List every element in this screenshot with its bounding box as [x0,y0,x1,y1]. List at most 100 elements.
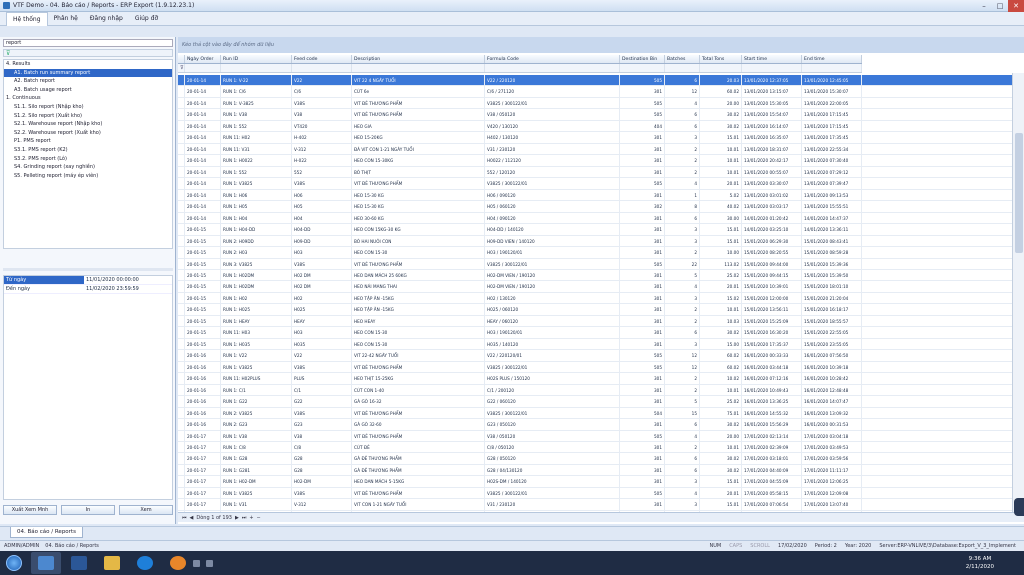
parameter-value[interactable]: 11/01/2020 00:00:00 [84,276,172,284]
taskbar-teamviewer[interactable] [130,552,160,574]
table-row[interactable]: 20-01-15 RUN 1: H035 H035 HEO CON 15-30 H035… [178,338,1012,351]
tree-report-item[interactable]: S5. Pelleting report (máy ép viên) [4,172,172,181]
table-row[interactable]: 20-01-14 RUN 1: H04 H04 HEO 30-60 KG H04 / 0… [178,212,1012,225]
table-row[interactable]: 20-01-14 RUN 11: V31 V-312 ĐÀ VIT CON 1-21 … [178,143,1012,156]
tree-report-item[interactable]: S3.1. PMS report (K2) [4,146,172,155]
column-header[interactable]: Feed code [292,55,352,63]
table-row[interactable]: 20-01-15 RUN 1: HEAY HEAY HEO HEAY HEAY / 06… [178,315,1012,328]
menu-phan-he[interactable]: Phân hệ [48,12,84,26]
tree-report-item[interactable]: A3. Batch usage report [4,86,172,95]
taskbar-powershell[interactable] [64,552,94,574]
filter-icon[interactable]: ⊽ [3,49,173,57]
tree-report-item[interactable]: S1.2. Silo report (Xuất kho) [4,112,172,121]
add-row-icon[interactable]: + [249,515,253,521]
table-row[interactable]: 20-01-15 RUN 1: H02DM H02 DM HEO DAN MÁCH 2… [178,269,1012,282]
table-row[interactable]: 20-01-17 RUN 1: V31 V-312 VIT CON 1-21 NGÀY… [178,499,1012,511]
table-row[interactable]: 20-01-15 RUN 1: H025 H025 HEO TẬP ĂN -15KG H… [178,304,1012,316]
taskbar-explorer[interactable] [31,552,61,574]
column-header[interactable]: Total Tons [700,55,742,63]
taskbar-folder[interactable] [97,552,127,574]
column-filter-cell[interactable] [292,64,352,72]
column-header[interactable]: Batches [665,55,700,63]
table-row[interactable]: 20-01-15 RUN 1: H02 H02 HEO TẬP ĂN -15KG H02… [178,292,1012,305]
volume-icon[interactable] [206,559,213,567]
panel-splitter[interactable] [3,268,173,271]
table-row[interactable]: 20-01-17 RUN 1: V3825 V38S VIT ĐẺ THƯƠNG PH… [178,487,1012,500]
column-filter-cell[interactable] [802,64,862,72]
table-row[interactable]: 20-01-15 RUN 1: H02DM H02 DM HEO NÁI MANG T… [178,281,1012,293]
close-button[interactable]: ✕ [1008,0,1024,12]
minimize-button[interactable]: – [976,0,992,12]
table-row[interactable]: 20-01-14 RUN 1: H06 H06 HEO 15-30 KG H06 / 0… [178,189,1012,202]
column-header[interactable]: Start time [742,55,802,63]
table-row[interactable]: 20-01-14 RUN 1: 552 552 BÒ THỊT 552 / 120120… [178,166,1012,179]
column-header[interactable]: End time [802,55,862,63]
menu-giup-do[interactable]: Giúp đỡ [129,12,164,26]
last-page-icon[interactable]: ⏭ [242,515,247,521]
table-row[interactable]: 20-01-16 RUN 1: V22 V22 VIT 22-42 NGÀY TUỔI… [178,350,1012,362]
tree-report-item[interactable]: S2.2. Warehouse report (Xuất kho) [4,129,172,138]
tab-reports[interactable]: 04. Báo cáo / Reports [10,527,83,538]
column-header[interactable]: Description [352,55,485,63]
table-row[interactable]: 20-01-14 RUN 11: H02 H-402 HEO 15-20KG H402 … [178,132,1012,144]
column-header[interactable]: Destination Bin [620,55,665,63]
column-filter-cell[interactable] [221,64,292,72]
preview-button[interactable]: Xuất Xem Mnh [3,505,57,515]
table-row[interactable]: 20-01-15 RUN 11: H03 H03 HEO CON 15-30 H03 /… [178,327,1012,339]
table-row[interactable]: 20-01-14 RUN 1: 552 VT420 HEO GIA V420 / 130… [178,120,1012,133]
column-filter-cell[interactable] [665,64,700,72]
table-row[interactable]: 20-01-16 RUN 1: C/1 C/1 CÚT CON 1-40 C/1 / 2… [178,384,1012,397]
maximize-button[interactable]: □ [992,0,1008,12]
group-by-hint[interactable]: Kéo thả cột vào đây để nhóm dữ liệu [178,37,1024,53]
prev-page-icon[interactable]: ◀ [190,515,194,521]
table-row[interactable]: 20-01-14 RUN 1: V38 V38 VIT ĐẺ THƯƠNG PHẨM V… [178,109,1012,121]
table-row[interactable]: 20-01-15 RUN 1: H04-DD H04-DD HEO CON 15KG-… [178,224,1012,236]
column-header[interactable]: Ngày Order [185,55,221,63]
vertical-scrollbar[interactable] [1012,73,1024,512]
table-row[interactable]: 20-01-15 RUN 3: V3825 V38S VIT ĐẺ THƯƠNG PH… [178,258,1012,270]
column-filter-cell[interactable] [620,64,665,72]
table-row[interactable]: 20-01-17 RUN 1: H02-DM H02-DM HEO DAN MÁCH … [178,476,1012,488]
side-panel-handle[interactable] [1014,498,1024,516]
column-filter-cell[interactable] [700,64,742,72]
column-filter-cell[interactable] [185,64,221,72]
tree-report-item[interactable]: S4. Grinding report (xay nghiền) [4,163,172,172]
taskbar-app[interactable] [163,552,193,574]
parameter-value[interactable]: 11/02/2020 23:59:59 [84,285,172,293]
menu-he-thong[interactable]: Hệ thống [6,11,48,26]
table-row[interactable]: 20-01-14 RUN 1: V3825 V38S VIT ĐẺ THƯƠNG PH… [178,178,1012,190]
table-row[interactable]: 20-01-14 RUN 1: C/6 C/6 CÚT 6e C/6 / 271120 3… [178,86,1012,98]
tree-report-item[interactable]: S3.2. PMS report (Lô) [4,155,172,164]
print-button[interactable]: In [61,505,115,515]
table-row[interactable]: 20-01-17 RUN 1: V38 V38 VIT ĐẺ THƯƠNG PHẨM V… [178,430,1012,442]
table-row[interactable]: 20-01-17 RUN 1: G28 G28 GÀ ĐẺ THƯƠNG PHẨM G2… [178,453,1012,465]
table-row[interactable]: 20-01-16 RUN 11: H02PLUS PLUS HEO THỊT 15-2… [178,373,1012,385]
delete-row-icon[interactable]: − [257,515,261,521]
tree-group[interactable]: 4. Results [4,60,172,69]
table-row[interactable]: 20-01-14 RUN 1: H05 H05 HEO 15-30 KG H05 / 0… [178,201,1012,213]
table-row[interactable]: 20-01-16 RUN 2: V3825 V38S VIT ĐẺ THƯƠNG PH… [178,407,1012,420]
tree-report-item[interactable]: A2. Batch report [4,77,172,86]
table-row[interactable]: 20-01-16 RUN 2: G23 G23 GÀ GÒ 32-60 G23 / 05… [178,419,1012,431]
clock[interactable]: 9:36 AM 2/11/2020 [966,555,1024,571]
column-filter-cell[interactable] [742,64,802,72]
table-row[interactable]: 20-01-16 RUN 1: G22 G22 GÀ GÒ 16-32 G22 / 06… [178,396,1012,408]
tree-report-item[interactable]: A1. Batch run summary report [4,68,172,78]
scroll-thumb[interactable] [1015,133,1023,253]
parameter-row[interactable]: Đến ngày 11/02/2020 23:59:59 [4,285,172,294]
parameter-row[interactable]: Từ ngày 11/01/2020 00:00:00 [4,276,172,285]
table-row[interactable]: 20-01-15 RUN 2: H03 H03 HEO CON 15-30 H03 / … [178,247,1012,259]
table-row[interactable]: 20-01-14 RUN 1: H0022 H-022 HEO CON 15-30KG… [178,155,1012,167]
start-button[interactable] [0,551,28,575]
filter-icon[interactable]: ⊽ [178,64,185,72]
menu-dang-nhap[interactable]: Đăng nhập [84,12,129,26]
column-header[interactable]: Formula Code [485,55,620,63]
report-search-input[interactable]: report [3,39,173,47]
next-page-icon[interactable]: ▶ [235,515,239,521]
table-row[interactable]: 20-01-14 RUN 1: V-22 V22 VIT 22 4 NGÀY TUỔI… [178,75,1012,87]
view-button[interactable]: Xem [119,505,173,515]
table-row[interactable]: 20-01-17 RUN 1: C/8 C/8 CÚT ĐẺ C/8 / 050120 3… [178,442,1012,454]
column-filter-cell[interactable] [485,64,620,72]
tree-report-item[interactable]: S1.1. Silo report (Nhập kho) [4,103,172,112]
column-header[interactable]: Run ID [221,55,292,63]
